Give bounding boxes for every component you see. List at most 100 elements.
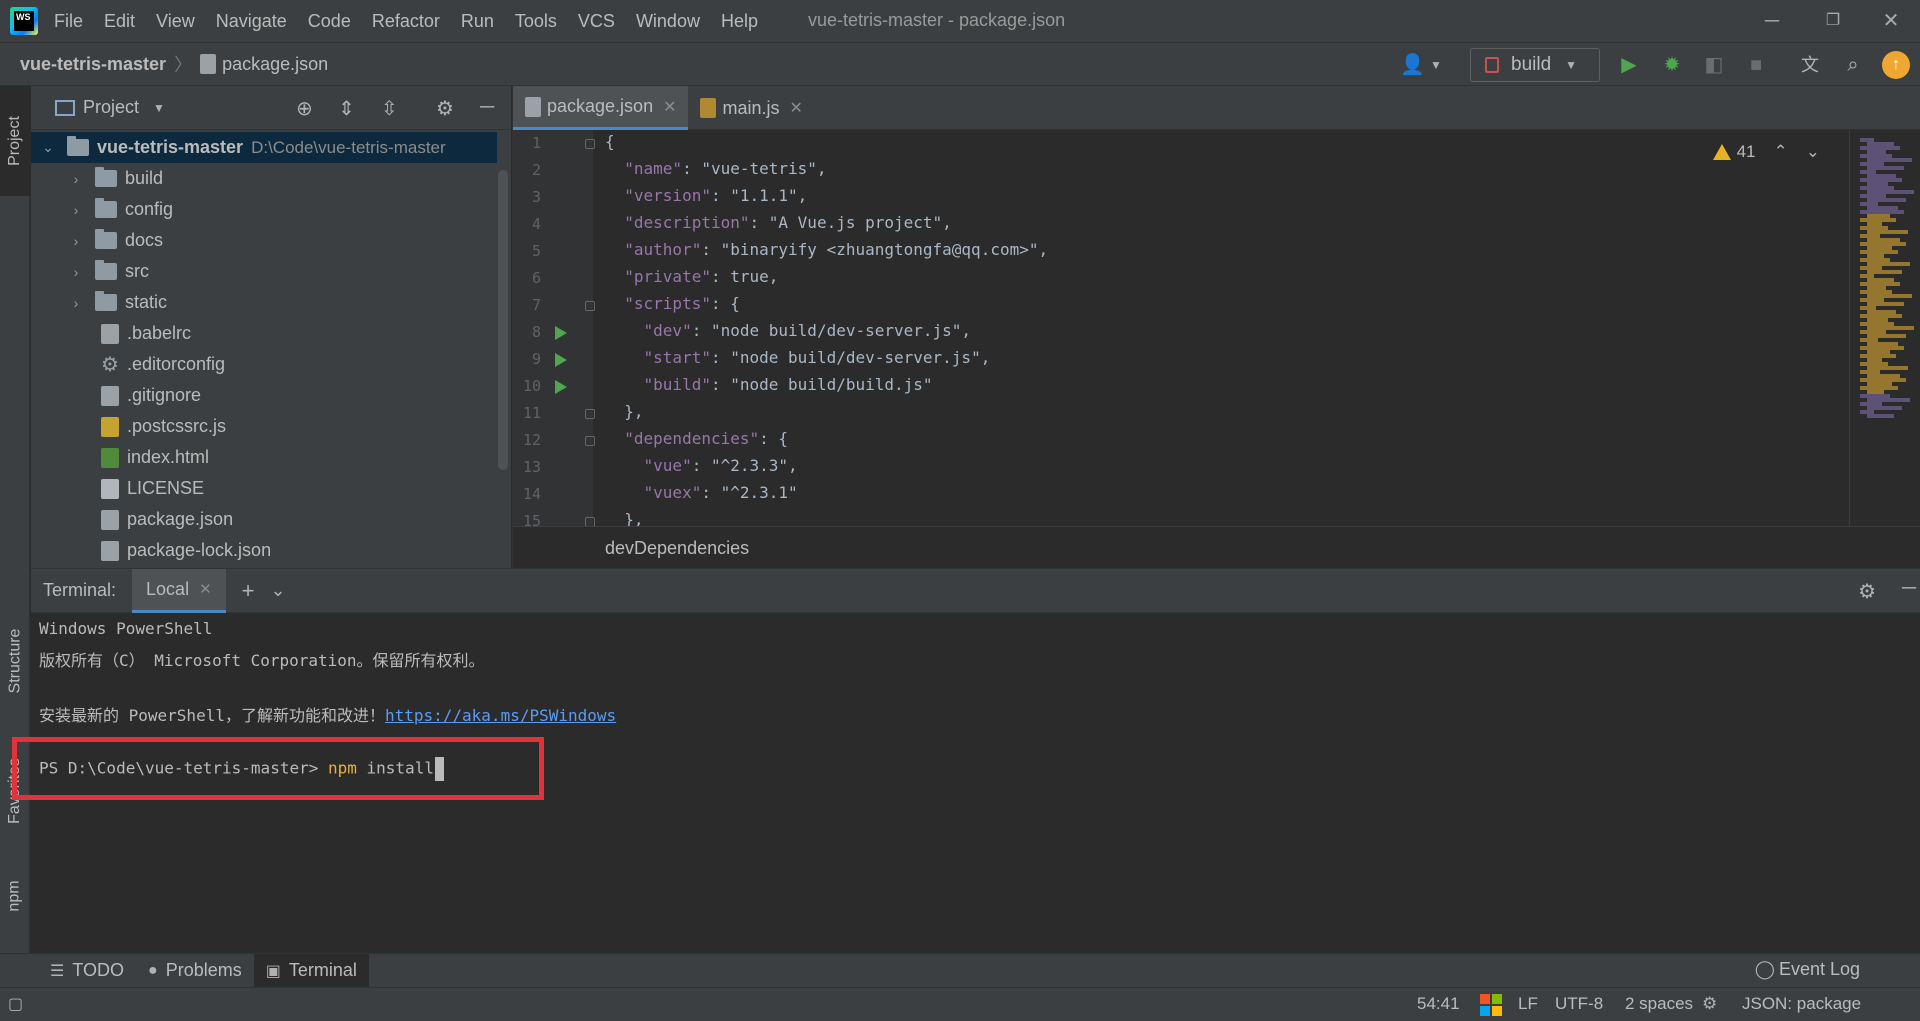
fold-icon[interactable] [585, 436, 595, 446]
gear-icon[interactable]: ⚙ [1858, 579, 1876, 604]
project-scrollbar[interactable] [498, 170, 508, 470]
code-token: "author": "binaryify <zhuangtongfa@qq.co… [624, 240, 1049, 259]
update-icon[interactable]: ↑ [1882, 51, 1910, 79]
tree-file[interactable]: package.json [101, 504, 233, 535]
fold-icon[interactable] [585, 139, 595, 149]
tree-item-label: static [125, 292, 168, 312]
terminal-tab-local[interactable]: Local ✕ [132, 568, 226, 613]
breadcrumb-file[interactable]: package.json [222, 54, 328, 75]
translate-icon[interactable]: 文 [1798, 53, 1822, 77]
chevron-right-icon[interactable]: › [65, 171, 87, 187]
tab-structure[interactable]: Structure [0, 606, 30, 716]
hide-panel-icon[interactable]: ─ [1902, 577, 1916, 600]
code-view[interactable]: { "name": "vue-tetris", "version": "1.1.… [605, 130, 1805, 526]
tree-folder-build[interactable]: › build [65, 163, 163, 194]
tree-file[interactable]: .gitignore [101, 380, 201, 411]
tab-npm[interactable]: npm [0, 856, 30, 936]
fold-icon[interactable] [585, 301, 595, 311]
locate-icon[interactable]: ⊕ [296, 96, 313, 121]
expand-all-icon[interactable]: ⇕ [338, 96, 355, 121]
tree-file[interactable]: package-lock.json [101, 535, 271, 566]
fold-icon[interactable] [585, 409, 595, 419]
tree-file[interactable]: .babelrc [101, 318, 191, 349]
tree-file[interactable]: index.html [101, 442, 209, 473]
problems-button[interactable]: ● Problems [136, 954, 254, 988]
chevron-right-icon[interactable]: › [65, 202, 87, 218]
toggle-tool-windows-icon[interactable]: ▢ [8, 994, 23, 1014]
code-line: "build": "node build/build.js" [605, 375, 933, 402]
breadcrumb-project[interactable]: vue-tetris-master [20, 54, 166, 75]
event-log-button[interactable]: ◯ Event Log [1755, 959, 1860, 980]
json-schema[interactable]: JSON: package [1742, 994, 1861, 1014]
close-tab-icon[interactable]: ✕ [790, 98, 803, 118]
line-separator[interactable]: LF [1518, 994, 1538, 1014]
user-dropdown-icon[interactable]: ▼ [1424, 53, 1448, 77]
code-line: "private": true, [605, 267, 778, 294]
chevron-down-icon[interactable]: ⌄ [1806, 142, 1820, 162]
tree-file[interactable]: LICENSE [101, 473, 204, 504]
menu-vcs[interactable]: VCS [578, 11, 615, 32]
tree-root[interactable]: ⌄ vue-tetris-master D:\Code\vue-tetris-m… [31, 132, 497, 163]
menu-window[interactable]: Window [636, 11, 700, 32]
close-window-icon[interactable]: ✕ [1876, 6, 1906, 36]
powershell-link[interactable]: https://aka.ms/PSWindows [385, 706, 616, 725]
tab-package-json[interactable]: package.json ✕ [513, 86, 689, 130]
run-script-icon[interactable] [555, 380, 567, 394]
restore-icon[interactable]: ❐ [1818, 6, 1848, 36]
project-panel-title[interactable]: Project [83, 97, 139, 118]
search-icon[interactable]: ⌕ [1841, 53, 1865, 77]
run-configuration-select[interactable]: build ▼ [1470, 48, 1600, 82]
debug-icon[interactable]: ✹ [1660, 53, 1684, 77]
close-tab-icon[interactable]: ✕ [199, 580, 212, 598]
user-icon[interactable]: 👤 [1400, 53, 1425, 77]
tree-file[interactable]: .postcssrc.js [101, 411, 226, 442]
run-script-icon[interactable] [555, 326, 567, 340]
menu-file[interactable]: File [54, 11, 83, 32]
menu-navigate[interactable]: Navigate [216, 11, 287, 32]
coverage-icon[interactable]: ◧ [1702, 53, 1726, 77]
gear-icon[interactable]: ⚙ [436, 96, 454, 121]
tab-project[interactable]: Project [0, 86, 30, 196]
indent-setting[interactable]: 2 spaces [1625, 994, 1693, 1014]
collapse-all-icon[interactable]: ⇳ [381, 96, 398, 121]
file-encoding[interactable]: UTF-8 [1555, 994, 1603, 1014]
line-number: 2 [531, 161, 541, 179]
left-tool-stripe: Project Structure Favorites npm [0, 86, 30, 953]
menu-edit[interactable]: Edit [104, 11, 135, 32]
tab-structure-label: Structure [6, 628, 24, 694]
chevron-down-icon[interactable]: ⌄ [271, 580, 286, 601]
line-number: 14 [522, 485, 541, 503]
chevron-right-icon[interactable]: › [65, 233, 87, 249]
stop-icon[interactable]: ■ [1744, 53, 1768, 77]
todo-button[interactable]: ☰ TODO [38, 954, 136, 988]
tree-file[interactable]: ⚙ .editorconfig [101, 349, 225, 380]
chevron-right-icon[interactable]: › [65, 295, 87, 311]
chevron-down-icon[interactable]: ⌄ [37, 139, 59, 156]
tree-folder-static[interactable]: › static [65, 287, 167, 318]
close-tab-icon[interactable]: ✕ [663, 97, 676, 117]
tree-folder-config[interactable]: › config [65, 194, 173, 225]
menu-refactor[interactable]: Refactor [372, 11, 440, 32]
minimize-icon[interactable]: ─ [1757, 6, 1787, 36]
tree-folder-src[interactable]: › src [65, 256, 149, 287]
run-icon[interactable]: ▶ [1617, 53, 1641, 77]
menu-code[interactable]: Code [308, 11, 351, 32]
chevron-right-icon[interactable]: › [65, 264, 87, 280]
menu-run[interactable]: Run [461, 11, 494, 32]
editor-breadcrumb[interactable]: devDependencies [605, 538, 749, 559]
run-script-icon[interactable] [555, 353, 567, 367]
caret-position[interactable]: 54:41 [1417, 994, 1460, 1014]
hide-panel-icon[interactable]: ─ [480, 96, 494, 119]
menu-help[interactable]: Help [721, 11, 758, 32]
inspection-warnings[interactable]: 41 ⌃ ⌄ [1712, 142, 1820, 162]
chevron-up-icon[interactable]: ⌃ [1774, 142, 1788, 162]
menu-view[interactable]: View [156, 11, 195, 32]
code-minimap[interactable] [1849, 130, 1920, 526]
tree-folder-docs[interactable]: › docs [65, 225, 163, 256]
tab-main-js[interactable]: main.js ✕ [688, 86, 814, 130]
menu-tools[interactable]: Tools [515, 11, 557, 32]
webstorm-logo-icon[interactable]: WS [10, 7, 38, 35]
add-icon[interactable]: + [242, 578, 255, 604]
chevron-down-icon[interactable]: ▼ [153, 101, 165, 115]
terminal-button[interactable]: ▣ Terminal [253, 953, 369, 988]
